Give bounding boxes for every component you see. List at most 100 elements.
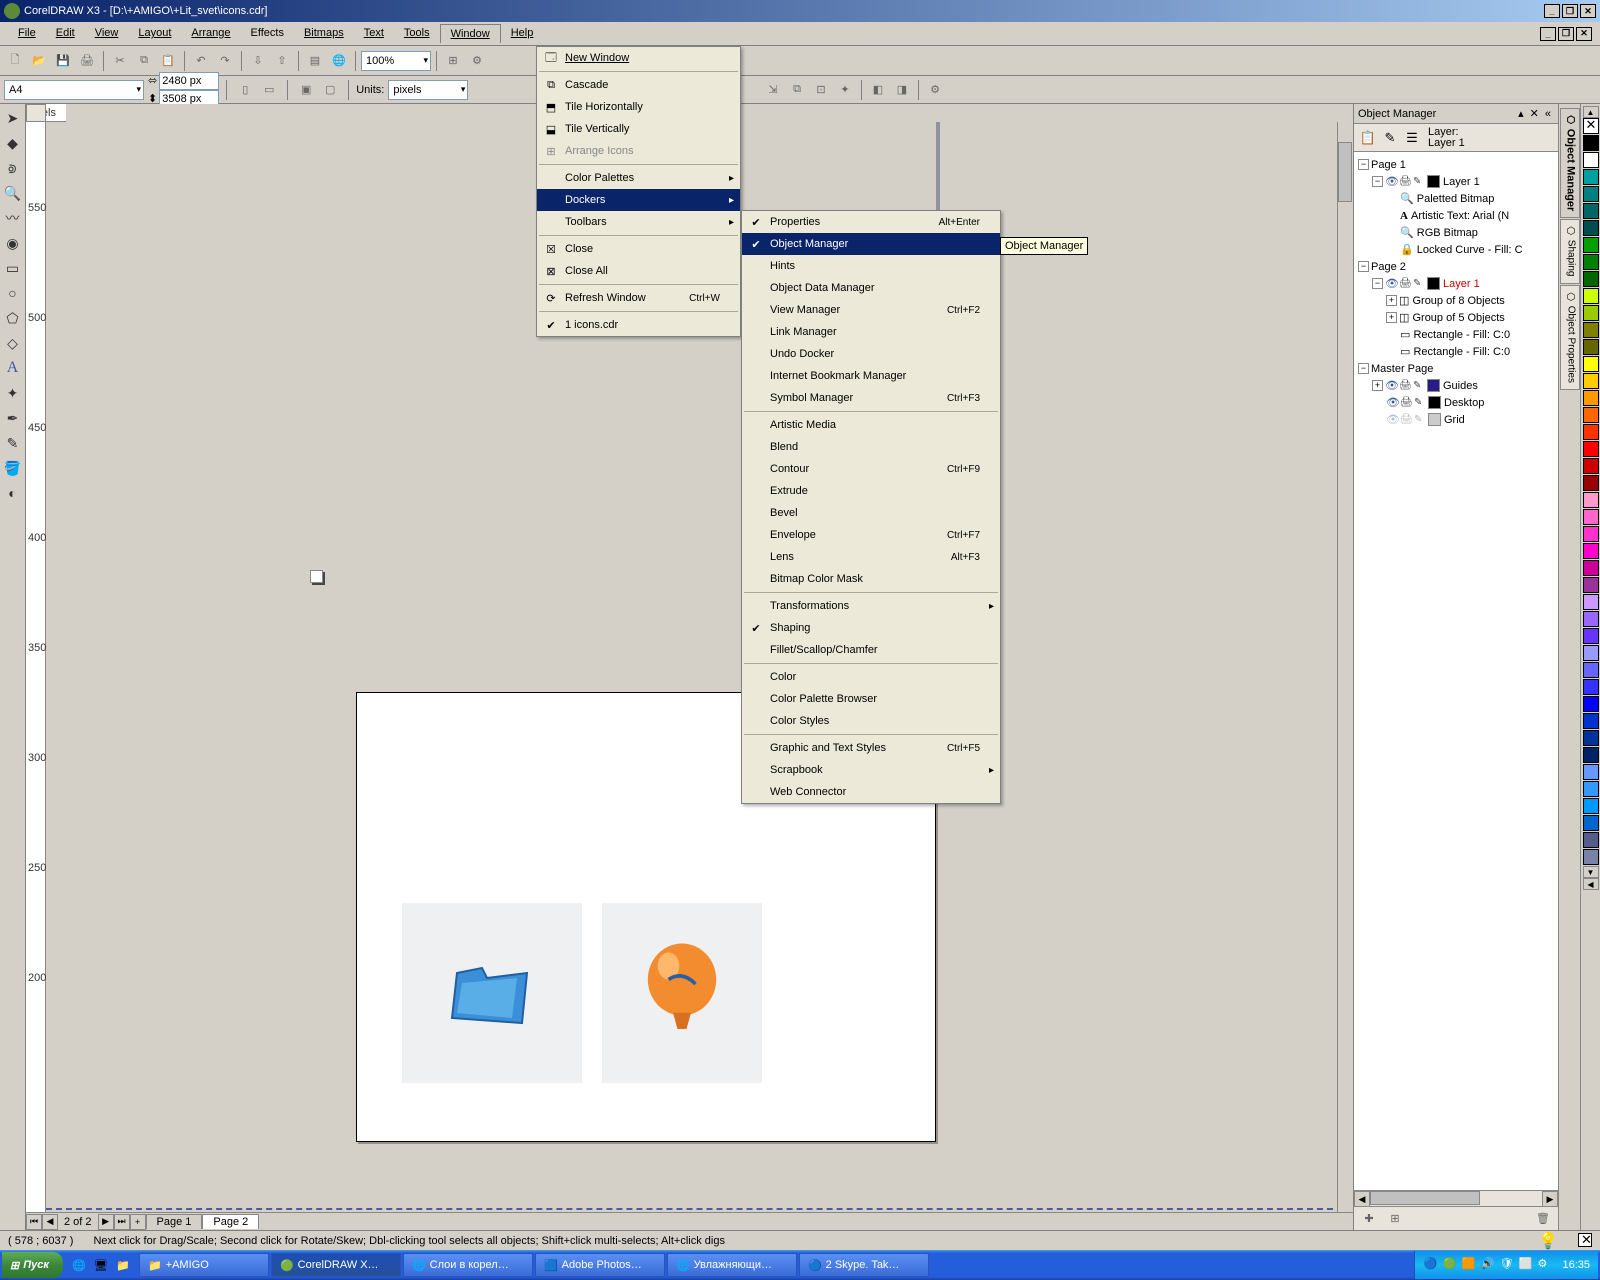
outline-tool-icon[interactable]: ✎ [1,431,25,455]
paste-icon[interactable]: 📋 [157,50,179,72]
menu-edit[interactable]: Edit [46,24,85,43]
docker-tab-om[interactable]: ⬡ Object Manager [1560,108,1580,218]
menu-dockers[interactable]: Dockers [537,189,740,211]
tree-toggle[interactable]: − [1358,159,1369,170]
docker-menu-icon[interactable]: ▴ [1515,107,1527,120]
swatch-32[interactable] [1583,679,1599,695]
menu-help[interactable]: Help [501,24,544,43]
menu-tile-h[interactable]: ⬒Tile Horizontally [537,96,740,118]
interactive-fill-tool-icon[interactable]: ◐ [1,481,25,505]
docker-symbol[interactable]: Symbol ManagerCtrl+F3 [742,387,1000,409]
add-page-btn[interactable]: + [130,1214,146,1230]
system-tray[interactable]: 🔵🟢🟧🔊🛡⬜⚙ 16:35 [1414,1251,1598,1279]
menu-new-window[interactable]: 🗔New Window [537,47,740,69]
close-button[interactable]: ✕ [1580,4,1596,18]
docker-blend[interactable]: Blend [742,436,1000,458]
docker-view-manager[interactable]: View ManagerCtrl+F2 [742,299,1000,321]
palette-down-icon[interactable]: ▼ [1583,866,1599,878]
task-uvl[interactable]: 🌐Увлажняющи… [667,1253,797,1277]
docker-ibm[interactable]: Internet Bookmark Manager [742,365,1000,387]
pick-tool-icon[interactable]: ➤ [1,106,25,130]
swatch-11[interactable] [1583,322,1599,338]
docker-envelope[interactable]: EnvelopeCtrl+F7 [742,524,1000,546]
swatch-33[interactable] [1583,696,1599,712]
docker-tab-shaping[interactable]: ⬡ Shaping [1560,219,1580,283]
swatch-15[interactable] [1583,390,1599,406]
ruler-origin[interactable] [26,104,46,122]
palette-flyout-icon[interactable]: ◀ [1583,878,1599,890]
interactive-blend-tool-icon[interactable]: ✦ [1,381,25,405]
object-tree[interactable]: −Page 1 −👁🖨✎Layer 1 🔍 Paletted Bitmap A … [1354,152,1558,1190]
options-icon[interactable]: ⚙ [466,50,488,72]
task-photoshop[interactable]: 🟦Adobe Photos… [535,1253,665,1277]
mdi-minimize[interactable]: _ [1540,27,1556,41]
docker-artistic[interactable]: Artistic Media [742,414,1000,436]
swatch-13[interactable] [1583,356,1599,372]
swatch-3[interactable] [1583,186,1599,202]
ellipse-tool-icon[interactable]: ○ [1,281,25,305]
redo-icon[interactable]: ↷ [214,50,236,72]
options-icon-2[interactable]: ⚙ [924,79,946,101]
swatch-16[interactable] [1583,407,1599,423]
swatch-29[interactable] [1583,628,1599,644]
open-icon[interactable]: 📂 [28,50,50,72]
last-page-btn[interactable]: ⏭ [114,1214,130,1230]
save-icon[interactable]: 💾 [52,50,74,72]
swatch-10[interactable] [1583,305,1599,321]
prev-page-btn[interactable]: ◀ [42,1214,58,1230]
snap-to-icon[interactable]: ⊡ [810,79,832,101]
guideline-horizontal[interactable] [46,1208,1353,1210]
swatch-20[interactable] [1583,475,1599,491]
menu-bitmaps[interactable]: Bitmaps [294,24,354,43]
cut-icon[interactable]: ✂ [109,50,131,72]
swatch-14[interactable] [1583,373,1599,389]
menu-tile-v[interactable]: ⬓Tile Vertically [537,118,740,140]
next-page-btn[interactable]: ▶ [98,1214,114,1230]
swatch-8[interactable] [1583,271,1599,287]
swatch-0[interactable] [1583,135,1599,151]
show-props-icon[interactable]: 📋 [1358,128,1378,148]
undo-icon[interactable]: ↶ [190,50,212,72]
zoom-combo[interactable]: 100% [361,51,431,71]
bitmap-object-1[interactable] [402,903,582,1083]
smart-fill-tool-icon[interactable]: ◉ [1,231,25,255]
menu-color-palettes[interactable]: Color Palettes [537,167,740,189]
docker-link-manager[interactable]: Link Manager [742,321,1000,343]
swatch-41[interactable] [1583,832,1599,848]
dynamic-guides-icon[interactable]: ✦ [834,79,856,101]
duplicate-distance-icon[interactable]: ⧉ [786,79,808,101]
swatch-34[interactable] [1583,713,1599,729]
docker-undo[interactable]: Undo Docker [742,343,1000,365]
swatch-24[interactable] [1583,543,1599,559]
menu-arrange[interactable]: Arrange [181,24,240,43]
swatch-38[interactable] [1583,781,1599,797]
menu-refresh[interactable]: ⟳Refresh WindowCtrl+W [537,287,740,309]
docker-transformations[interactable]: Transformations [742,595,1000,617]
copy-icon[interactable]: ⧉ [133,50,155,72]
docker-shaping[interactable]: ✔Shaping [742,617,1000,639]
new-layer-icon[interactable]: ✚ [1358,1208,1380,1230]
docker-lens[interactable]: LensAlt+F3 [742,546,1000,568]
docker-gts[interactable]: Graphic and Text StylesCtrl+F5 [742,737,1000,759]
docker-bevel[interactable]: Bevel [742,502,1000,524]
swatch-4[interactable] [1583,203,1599,219]
paper-size-combo[interactable]: A4 [4,80,144,100]
ruler-horizontal[interactable]: 0200 400600 8001000 12002000 22002400 26… [46,104,66,122]
swatch-42[interactable] [1583,849,1599,865]
crop-tool-icon[interactable]: ⟄ [1,156,25,180]
menu-effects[interactable]: Effects [241,24,294,43]
swatch-23[interactable] [1583,526,1599,542]
swatch-7[interactable] [1583,254,1599,270]
bitmap-object-2[interactable] [602,903,762,1083]
docker-collapse-icon[interactable]: « [1542,108,1554,120]
docker-color[interactable]: Color [742,666,1000,688]
import-icon[interactable]: ⇩ [247,50,269,72]
task-amigo[interactable]: 📁+AMIGO [139,1253,269,1277]
menu-window[interactable]: Window [440,24,501,43]
paper-width-input[interactable] [159,72,219,90]
eyedropper-tool-icon[interactable]: ✒ [1,406,25,430]
first-page-btn[interactable]: ⏮ [26,1214,42,1230]
task-skype[interactable]: 🔵2 Skype. Tak… [799,1253,929,1277]
menu-view[interactable]: View [85,24,129,43]
minimize-button[interactable]: _ [1544,4,1560,18]
